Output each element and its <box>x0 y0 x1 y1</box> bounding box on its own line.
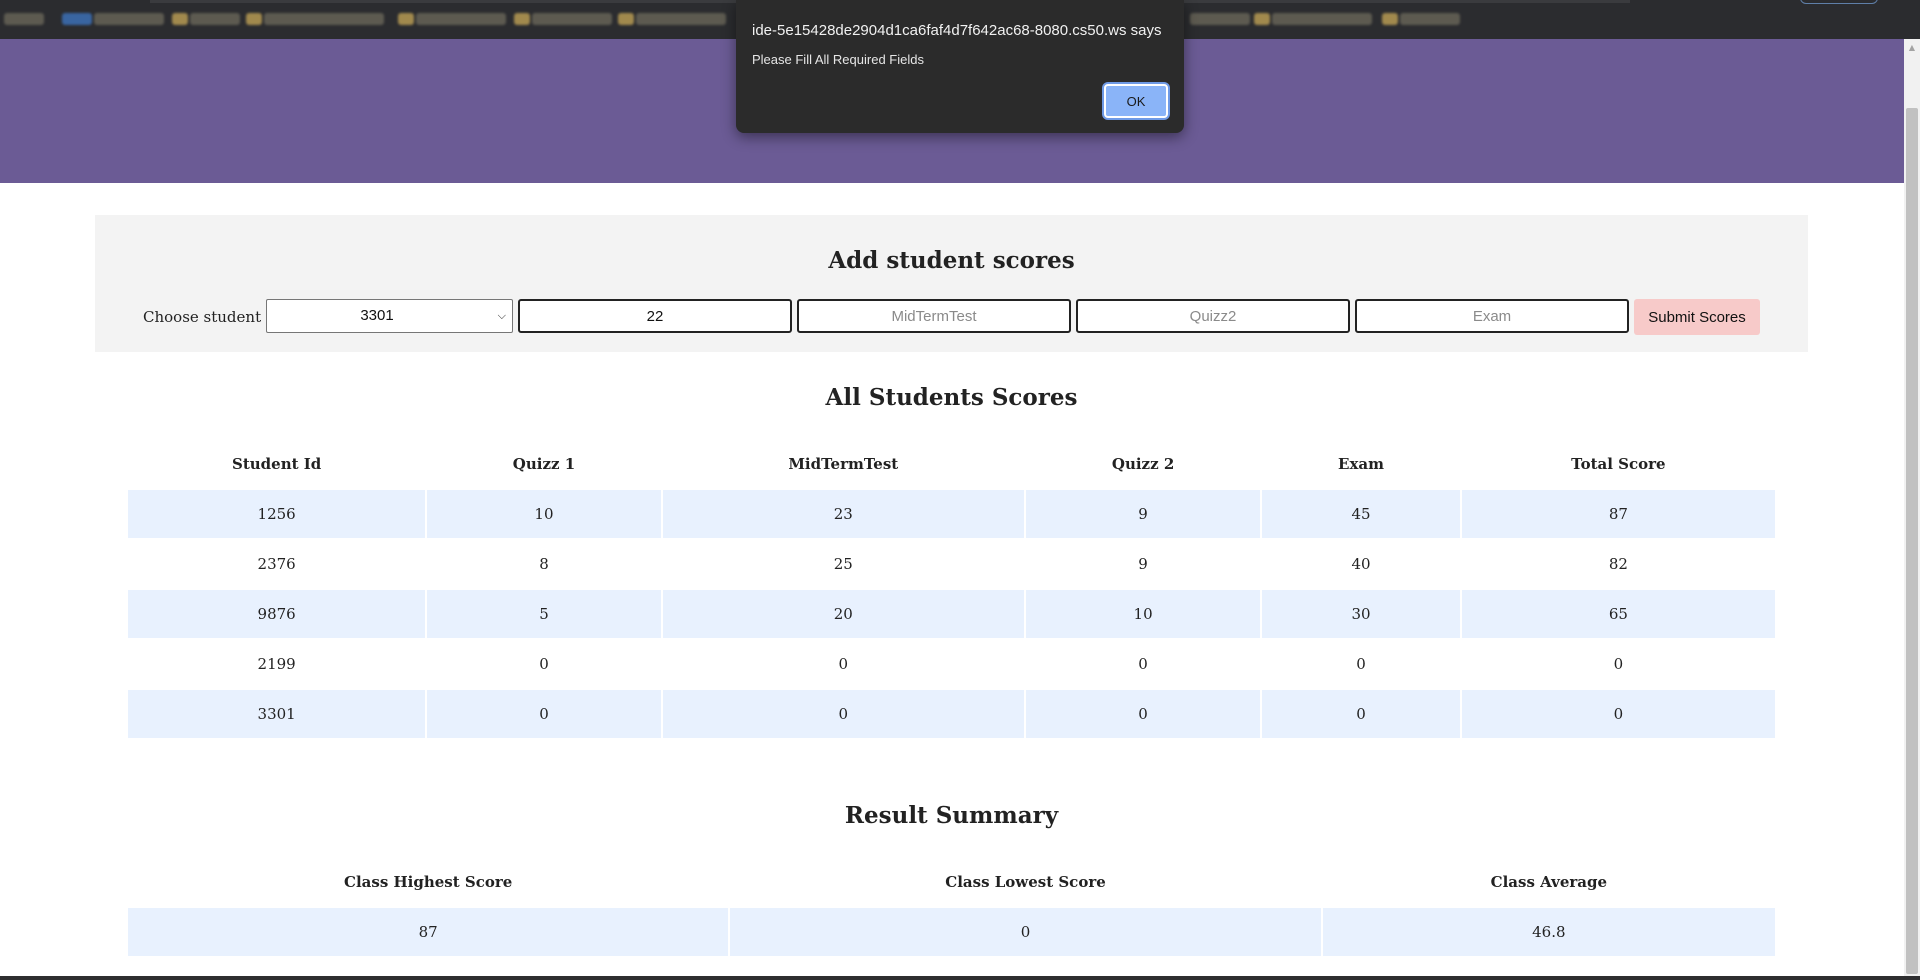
table-cell: 0 <box>1025 690 1261 738</box>
table-header-row: Student Id Quizz 1 MidTermTest Quizz 2 E… <box>128 439 1775 488</box>
bookmark-item[interactable] <box>1382 13 1398 25</box>
profile-button-edge <box>1800 0 1878 4</box>
bookmark-item[interactable] <box>1400 13 1460 25</box>
column-header: Quizz 2 <box>1111 454 1175 473</box>
alert-dialog: ide-5e15428de2904d1ca6faf4d7f642ac68-808… <box>736 0 1184 133</box>
bookmark-item[interactable] <box>246 13 262 25</box>
table-row: 2199 0 0 0 0 0 <box>128 640 1775 688</box>
table-cell: 0 <box>427 690 661 738</box>
class-average: 46.8 <box>1322 908 1775 956</box>
bookmark-item[interactable] <box>4 13 44 25</box>
bookmark-item[interactable] <box>62 13 92 25</box>
bookmark-item[interactable] <box>398 13 414 25</box>
add-scores-panel: Add student scores Choose student ID 330… <box>95 215 1808 352</box>
table-cell: 87 <box>1461 490 1775 538</box>
bookmark-item[interactable] <box>532 13 612 25</box>
table-cell: 9876 <box>128 590 426 638</box>
choose-student-label: Choose student ID <box>143 308 284 326</box>
column-header: MidTermTest <box>788 454 899 473</box>
column-header: Class Highest Score <box>344 872 513 891</box>
table-cell: 0 <box>1262 690 1460 738</box>
table-cell: 9 <box>1025 540 1261 588</box>
column-header: Class Average <box>1490 872 1608 891</box>
class-lowest-score: 0 <box>730 908 1321 956</box>
scroll-up-icon[interactable]: ▲ <box>1905 41 1919 55</box>
bookmark-item[interactable] <box>1254 13 1270 25</box>
quizz1-input[interactable] <box>518 299 792 333</box>
table-cell: 0 <box>1461 640 1775 688</box>
table-cell: 10 <box>427 490 661 538</box>
table-cell: 0 <box>1461 690 1775 738</box>
table-cell: 45 <box>1262 490 1460 538</box>
table-cell: 3301 <box>128 690 426 738</box>
table-row: 1256 10 23 9 45 87 <box>128 490 1775 538</box>
bookmark-item[interactable] <box>94 13 164 25</box>
table-cell: 2376 <box>128 540 426 588</box>
bookmark-item[interactable] <box>264 13 384 25</box>
table-cell: 0 <box>662 640 1024 688</box>
chevron-down-icon: ⌵ <box>497 310 506 322</box>
table-cell: 0 <box>1025 640 1261 688</box>
table-cell: 0 <box>1262 640 1460 688</box>
table-row: 3301 0 0 0 0 0 <box>128 690 1775 738</box>
scrollbar-thumb[interactable] <box>1906 108 1918 974</box>
column-header: Exam <box>1338 454 1385 473</box>
table-cell: 0 <box>662 690 1024 738</box>
midterm-input[interactable] <box>797 299 1071 333</box>
bookmark-item[interactable] <box>1272 13 1372 25</box>
table-cell: 65 <box>1461 590 1775 638</box>
table-cell: 20 <box>662 590 1024 638</box>
alert-origin: ide-5e15428de2904d1ca6faf4d7f642ac68-808… <box>752 22 1162 39</box>
class-highest-score: 87 <box>128 908 729 956</box>
table-cell: 82 <box>1461 540 1775 588</box>
column-header: Quizz 1 <box>512 454 576 473</box>
table-cell: 23 <box>662 490 1024 538</box>
table-cell: 5 <box>427 590 661 638</box>
column-header: Class Lowest Score <box>945 872 1106 891</box>
table-cell: 1256 <box>128 490 426 538</box>
bookmark-item[interactable] <box>1190 13 1250 25</box>
table-row: 87 0 46.8 <box>128 908 1775 956</box>
add-scores-form: Choose student ID 3301 ⌵ Submit Scores <box>95 299 1808 335</box>
table-row: 2376 8 25 9 40 82 <box>128 540 1775 588</box>
summary-section-title: Result Summary <box>844 802 1059 829</box>
exam-input[interactable] <box>1355 299 1629 333</box>
column-header: Student Id <box>232 454 322 473</box>
table-cell: 8 <box>427 540 661 588</box>
table-cell: 0 <box>427 640 661 688</box>
bookmark-item[interactable] <box>636 13 726 25</box>
table-cell: 2199 <box>128 640 426 688</box>
bookmark-item[interactable] <box>514 13 530 25</box>
bookmark-item[interactable] <box>172 13 188 25</box>
table-row: 9876 5 20 10 30 65 <box>128 590 1775 638</box>
ok-button[interactable]: OK <box>1104 84 1168 118</box>
alert-message: Please Fill All Required Fields <box>752 52 924 67</box>
summary-table: Class Highest Score Class Lowest Score C… <box>126 855 1777 958</box>
column-header: Total Score <box>1571 454 1666 473</box>
table-cell: 25 <box>662 540 1024 588</box>
bookmark-item[interactable] <box>416 13 506 25</box>
table-header-row: Class Highest Score Class Lowest Score C… <box>128 857 1775 906</box>
submit-scores-button[interactable]: Submit Scores <box>1634 299 1760 335</box>
student-id-select[interactable]: 3301 ⌵ <box>266 299 513 333</box>
window-bottom-edge <box>0 976 1920 980</box>
quizz2-input[interactable] <box>1076 299 1350 333</box>
scores-section-title: All Students Scores <box>825 384 1078 411</box>
table-cell: 40 <box>1262 540 1460 588</box>
bookmark-item[interactable] <box>190 13 240 25</box>
scores-table: Student Id Quizz 1 MidTermTest Quizz 2 E… <box>126 437 1777 740</box>
bookmark-item[interactable] <box>618 13 634 25</box>
table-cell: 9 <box>1025 490 1261 538</box>
table-cell: 10 <box>1025 590 1261 638</box>
student-id-select-value: 3301 <box>360 307 394 324</box>
table-cell: 30 <box>1262 590 1460 638</box>
add-scores-title: Add student scores <box>828 247 1075 274</box>
